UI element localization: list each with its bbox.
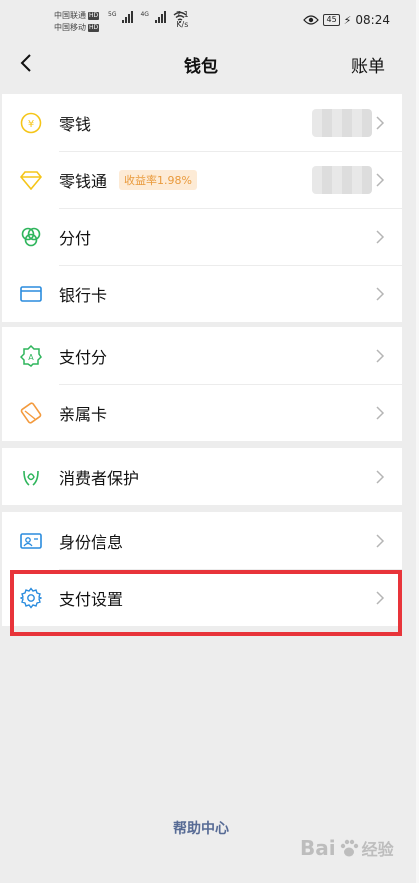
yuan-coin-icon: ¥ bbox=[19, 111, 43, 135]
menu-item-label: 支付分 bbox=[59, 347, 108, 367]
chevron-right-icon bbox=[376, 348, 385, 363]
frame-edge bbox=[402, 0, 419, 883]
carrier-2: 中国移动 bbox=[54, 23, 86, 32]
hd-badge: HD bbox=[88, 24, 100, 32]
network-speed: 7.1 K/s bbox=[176, 10, 189, 30]
hidden-balance bbox=[312, 108, 372, 137]
signal-bars-icon bbox=[122, 11, 134, 23]
carrier-info: 中国联通 HD 中国移动 HD bbox=[54, 10, 100, 34]
menu-item-label: 身份信息 bbox=[59, 532, 124, 552]
network-type-1: 5G bbox=[108, 11, 117, 18]
svg-text:A: A bbox=[28, 353, 34, 362]
bank-card-icon bbox=[19, 282, 43, 306]
hd-badge: HD bbox=[88, 12, 100, 20]
chevron-right-icon bbox=[376, 229, 385, 244]
network-type-2: 4G bbox=[140, 11, 149, 18]
svg-text:¥: ¥ bbox=[28, 119, 34, 130]
menu-item-change[interactable]: ¥ 零钱 bbox=[2, 94, 402, 151]
baidu-watermark: Bai 经验 bbox=[300, 828, 410, 868]
chevron-right-icon bbox=[376, 286, 385, 301]
menu-item-bank-card[interactable]: 银行卡 bbox=[2, 265, 402, 322]
wallet-group-3: 消费者保护 bbox=[2, 448, 402, 505]
hidden-balance bbox=[312, 165, 372, 194]
menu-item-label: 分付 bbox=[59, 228, 92, 248]
menu-item-label: 亲属卡 bbox=[59, 404, 108, 424]
clock: 08:24 bbox=[355, 13, 390, 27]
id-card-icon bbox=[19, 529, 43, 553]
page-title: 钱包 bbox=[184, 57, 218, 77]
menu-item-label: 零钱 bbox=[59, 114, 92, 134]
highlight-box bbox=[10, 570, 402, 636]
speed-value: 7.1 bbox=[176, 10, 189, 19]
chevron-right-icon bbox=[376, 405, 385, 420]
chevron-right-icon bbox=[376, 172, 385, 187]
chevron-right-icon bbox=[376, 533, 385, 548]
diamond-icon bbox=[19, 168, 43, 192]
carrier-1: 中国联通 bbox=[54, 11, 86, 20]
wallet-group-2: A 支付分 亲属卡 bbox=[2, 327, 402, 441]
battery-level: 45 bbox=[323, 14, 340, 26]
watermark-sub: 经验 bbox=[361, 840, 394, 859]
eye-icon bbox=[303, 15, 320, 25]
menu-item-payscore[interactable]: A 支付分 bbox=[2, 327, 402, 384]
nav-bar: 钱包 账单 bbox=[0, 42, 402, 86]
chevron-right-icon bbox=[376, 469, 385, 484]
menu-item-label: 消费者保护 bbox=[59, 468, 140, 488]
bill-button[interactable]: 账单 bbox=[351, 52, 385, 77]
paw-icon bbox=[340, 839, 358, 857]
fenfu-icon bbox=[19, 225, 43, 249]
wallet-group-1: ¥ 零钱 零钱通 收益率1.98% 分付 银行卡 bbox=[2, 94, 402, 322]
speed-unit: K/s bbox=[176, 20, 189, 29]
family-card-icon bbox=[19, 401, 43, 425]
signal-bars-icon bbox=[154, 11, 166, 23]
charging-icon: ⚡ bbox=[343, 13, 352, 27]
menu-item-family-card[interactable]: 亲属卡 bbox=[2, 384, 402, 441]
yield-badge: 收益率1.98% bbox=[119, 169, 197, 190]
menu-item-consumer-protection[interactable]: 消费者保护 bbox=[2, 448, 402, 505]
watermark-text: Bai bbox=[300, 836, 336, 860]
right-status: 45 ⚡ 08:24 bbox=[303, 13, 390, 27]
status-bar: 中国联通 HD 中国移动 HD 5G 4G 7.1 K/s 45 ⚡ 08:24 bbox=[0, 0, 402, 42]
menu-item-lingqiantong[interactable]: 零钱通 收益率1.98% bbox=[2, 151, 402, 208]
menu-item-fenfu[interactable]: 分付 bbox=[2, 208, 402, 265]
payscore-icon: A bbox=[19, 344, 43, 368]
consumer-protect-icon bbox=[19, 465, 43, 489]
menu-item-identity-info[interactable]: 身份信息 bbox=[2, 512, 402, 569]
chevron-right-icon bbox=[376, 115, 385, 130]
menu-item-label: 零钱通 bbox=[59, 171, 108, 191]
menu-item-label: 银行卡 bbox=[59, 285, 108, 305]
